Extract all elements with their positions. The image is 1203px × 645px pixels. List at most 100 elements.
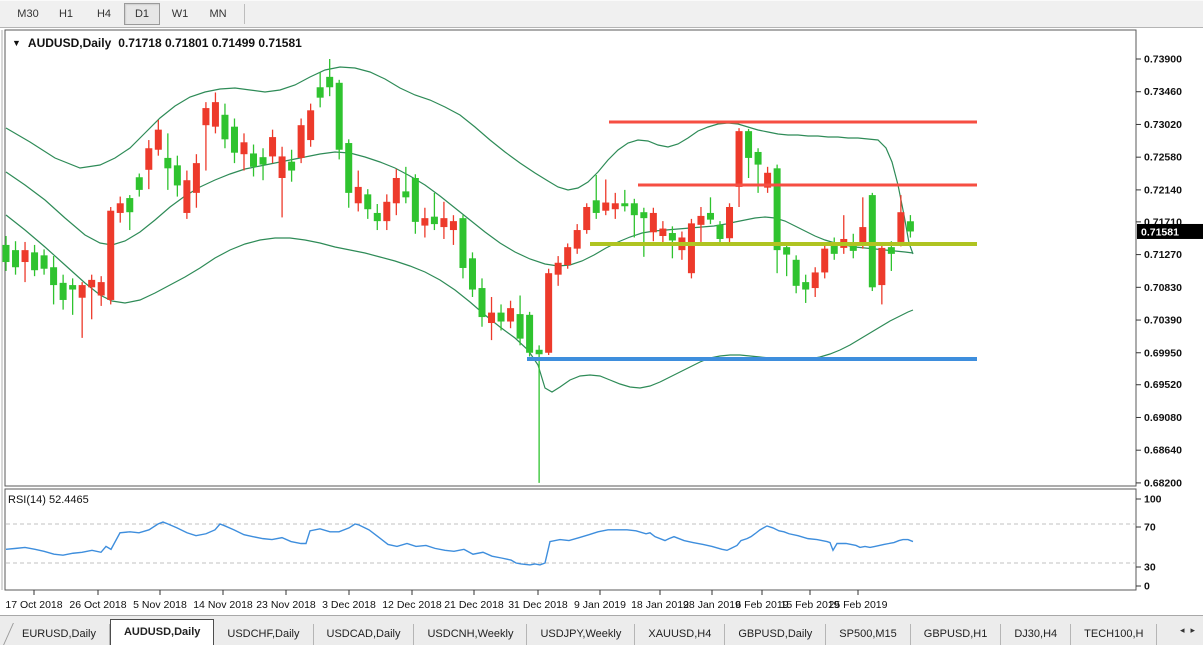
candle-body [3, 245, 10, 262]
chart-tab-usdjpy[interactable]: USDJPY,Weekly [527, 624, 635, 645]
price-axis-label: 0.71270 [1144, 249, 1182, 261]
candle-body [631, 203, 638, 215]
candle-body [393, 178, 400, 203]
candle-body [431, 217, 438, 224]
candle-body [593, 200, 600, 213]
candle-body [802, 282, 809, 289]
chart-tab-tech100[interactable]: TECH100,H [1071, 624, 1157, 645]
timeframe-button-d1[interactable]: D1 [124, 3, 160, 25]
time-axis-label: 28 Jan 2019 [683, 599, 741, 611]
rsi-axis-label: 0 [1144, 581, 1150, 593]
candle-body [545, 273, 552, 353]
time-axis-label: 31 Dec 2018 [508, 599, 568, 611]
tab-scroll-right-icon[interactable]: ▸ [1190, 625, 1195, 636]
candle-body [650, 213, 657, 232]
candle-body [231, 127, 238, 153]
symbol-dropdown-icon[interactable]: ▼ [12, 38, 21, 48]
chart-tab-usdcad[interactable]: USDCAD,Daily [314, 624, 415, 645]
time-axis-label: 12 Dec 2018 [382, 599, 442, 611]
price-chart-canvas[interactable]: 0.739000.734600.730200.725800.721400.717… [0, 28, 1203, 616]
candle-body [336, 83, 343, 150]
price-axis-label: 0.68640 [1144, 445, 1182, 457]
candle-body [260, 157, 267, 164]
chart-tab-xauusd[interactable]: XAUUSD,H4 [635, 624, 725, 645]
chart-title: ▼ AUDUSD,Daily 0.71718 0.71801 0.71499 0… [12, 36, 302, 50]
candle-body [707, 213, 714, 220]
candle-body [98, 282, 105, 295]
timeframe-button-h1[interactable]: H1 [48, 3, 84, 25]
candle-body [174, 165, 181, 185]
price-axis-label: 0.70390 [1144, 315, 1182, 327]
chart-tab-gbpusd[interactable]: GBPUSD,H1 [911, 624, 1002, 645]
candle-body [907, 221, 914, 231]
candle-body [612, 203, 619, 209]
chart-tab-audusd[interactable]: AUDUSD,Daily [110, 619, 214, 645]
candle-body [488, 313, 495, 323]
candle-body [326, 77, 333, 87]
candle-body [517, 314, 524, 339]
candle-body [621, 203, 628, 206]
candle-body [755, 152, 762, 165]
candle-body [878, 248, 885, 285]
chart-tab-usdchf[interactable]: USDCHF,Daily [214, 624, 313, 645]
candle-body [421, 218, 428, 225]
candle-body [79, 285, 86, 298]
price-axis-label: 0.73900 [1144, 54, 1182, 66]
candle-body [126, 198, 133, 212]
candle-body [288, 162, 295, 171]
chart-area: 0.739000.734600.730200.725800.721400.717… [0, 28, 1203, 616]
candle-body [279, 156, 286, 178]
chart-symbol-period: AUDUSD,Daily [28, 36, 111, 50]
candle-body [402, 191, 409, 197]
price-axis-label: 0.70830 [1144, 282, 1182, 294]
candle-body [526, 315, 533, 353]
candle-body [383, 202, 390, 221]
rsi-axis-label: 100 [1144, 494, 1162, 506]
candle-body [726, 207, 733, 238]
chart-tab-gbpusd[interactable]: GBPUSD,Daily [725, 624, 826, 645]
candle-body [697, 216, 704, 225]
candle-body [479, 288, 486, 317]
time-axis-label: 25 Feb 2019 [829, 599, 888, 611]
candle-body [145, 148, 152, 170]
chart-tab-sp500[interactable]: SP500,M15 [826, 624, 910, 645]
chart-tab-usdcnh[interactable]: USDCNH,Weekly [414, 624, 527, 645]
timeframe-button-w1[interactable]: W1 [162, 3, 198, 25]
candle-body [241, 142, 248, 154]
chart-tab-eurusd[interactable]: EURUSD,Daily [9, 624, 110, 645]
candle-body [307, 110, 314, 140]
candle-body [250, 153, 257, 166]
candle-body [22, 250, 29, 262]
candle-body [12, 250, 19, 267]
price-axis-label: 0.69080 [1144, 412, 1182, 424]
candle-body [374, 213, 381, 221]
candle-body [459, 218, 466, 268]
candle-body [364, 194, 371, 209]
timeframe-button-h4[interactable]: H4 [86, 3, 122, 25]
candle-body [783, 247, 790, 254]
candle-body [669, 233, 676, 240]
candle-body [412, 178, 419, 222]
timeframe-button-mn[interactable]: MN [200, 3, 236, 25]
time-axis-label: 5 Nov 2018 [133, 599, 187, 611]
price-axis-label: 0.69950 [1144, 347, 1182, 359]
tab-scroll-arrows: ◂▸ [1172, 616, 1203, 645]
candle-body [88, 280, 95, 287]
candle-body [221, 115, 228, 140]
time-axis-label: 26 Oct 2018 [69, 599, 126, 611]
candle-body [831, 245, 838, 254]
candle-body [897, 212, 904, 242]
tab-scroll-left-icon[interactable]: ◂ [1180, 625, 1185, 636]
time-axis-label: 18 Jan 2019 [631, 599, 689, 611]
timeframe-button-m30[interactable]: M30 [10, 3, 46, 25]
candle-body [164, 158, 171, 168]
price-axis-label: 0.73460 [1144, 86, 1182, 98]
candle-body [659, 229, 666, 236]
candle-body [440, 218, 447, 227]
time-axis-label: 17 Oct 2018 [5, 599, 62, 611]
rsi-axis-label: 30 [1144, 562, 1156, 574]
time-axis-label: 14 Nov 2018 [193, 599, 253, 611]
candle-body [564, 247, 571, 265]
chart-tab-dj30[interactable]: DJ30,H4 [1001, 624, 1071, 645]
price-axis-label: 0.72140 [1144, 184, 1182, 196]
